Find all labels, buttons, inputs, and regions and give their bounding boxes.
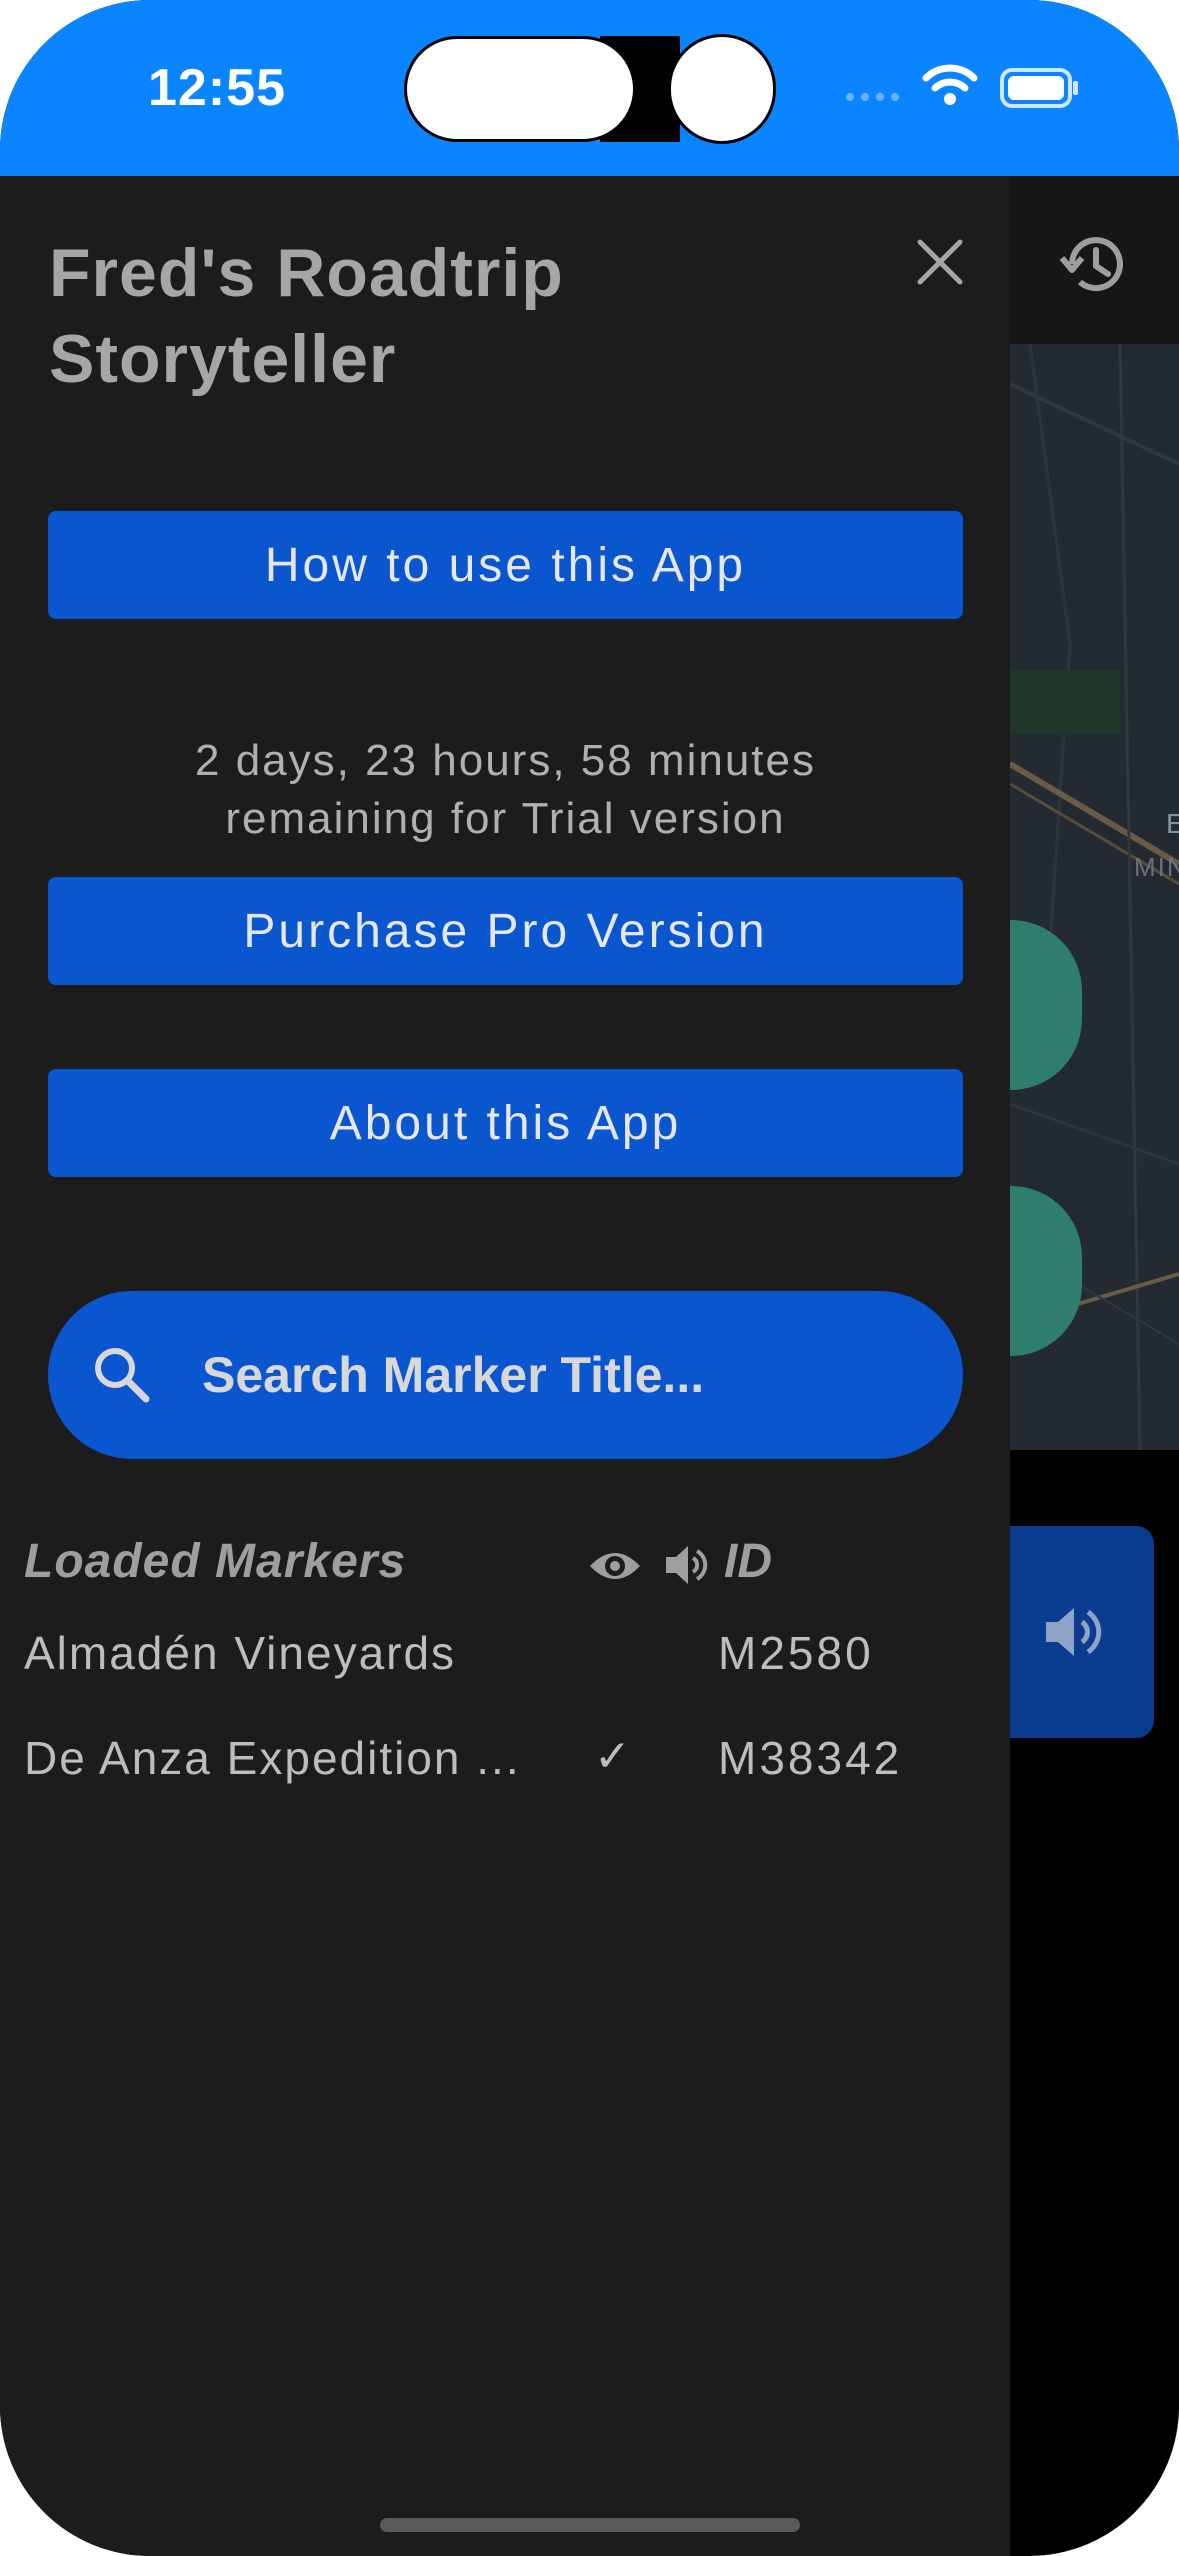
drawer-title: Fred's Roadtrip Storyteller (49, 235, 564, 397)
dynamic-island-pill (404, 36, 636, 142)
search-icon (95, 1348, 150, 1403)
marker-row[interactable]: Almadén Vineyards M2580 (0, 1612, 1010, 1698)
status-time: 12:55 (148, 59, 286, 117)
marker-title: Almadén Vineyards (24, 1627, 457, 1679)
map-park-area (1010, 670, 1120, 734)
played-check: ✓ (594, 1732, 631, 1781)
signal-dots-icon (846, 93, 899, 101)
close-icon[interactable] (912, 234, 968, 290)
eye-icon (590, 1553, 640, 1579)
how-to-use-button[interactable]: How to use this App (48, 511, 963, 619)
trial-line-2: remaining for Trial version (225, 794, 786, 843)
battery-icon (1000, 68, 1078, 108)
search-bar[interactable] (48, 1291, 963, 1459)
trial-line-1: 2 days, 23 hours, 58 minutes (195, 736, 816, 785)
markers-table-header: Loaded Markers ID (0, 1534, 1010, 1614)
id-column-header: ID (724, 1535, 772, 1588)
marker-title: De Anza Expedition ... (24, 1732, 521, 1784)
home-indicator[interactable] (380, 2518, 800, 2532)
map-label-fragment: E (1166, 808, 1179, 839)
map-label-fragment: MIN (1134, 852, 1179, 882)
wifi-icon (922, 64, 978, 105)
speaker-icon (666, 1546, 708, 1584)
dynamic-island-dot (668, 34, 776, 144)
marker-row[interactable]: De Anza Expedition ... ✓ M38342 (0, 1717, 1010, 1803)
marker-id: M2580 (718, 1627, 874, 1679)
history-icon[interactable] (1058, 228, 1130, 300)
purchase-pro-button[interactable]: Purchase Pro Version (48, 877, 963, 985)
trial-remaining-text: 2 days, 23 hours, 58 minutes remaining f… (48, 732, 963, 848)
loaded-markers-heading: Loaded Markers (24, 1535, 407, 1588)
speaker-icon[interactable] (1040, 1598, 1108, 1666)
status-bar: 12:55 (0, 0, 1179, 176)
phone-screen: 12:55 E MIN Fred's Roadtrip Storyteller … (0, 0, 1179, 2556)
search-input[interactable] (202, 1335, 922, 1415)
marker-id: M38342 (718, 1732, 903, 1784)
about-app-button[interactable]: About this App (48, 1069, 963, 1177)
side-drawer: Fred's Roadtrip Storyteller How to use t… (0, 176, 1010, 2556)
